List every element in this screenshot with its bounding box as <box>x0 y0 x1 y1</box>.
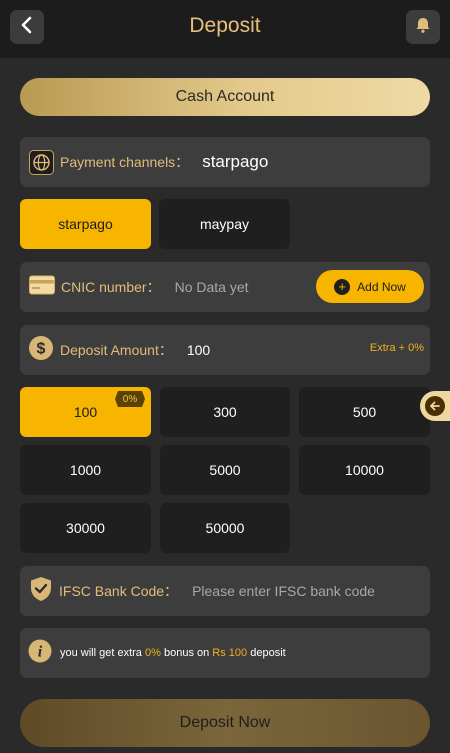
notifications-button[interactable] <box>406 10 440 44</box>
deposit-amount-row: $ Deposit Amount： 100 Extra + 0% <box>20 325 430 375</box>
cash-account-button[interactable]: Cash Account <box>20 78 430 116</box>
bell-icon <box>414 16 432 39</box>
bonus-info-middle: bonus on <box>163 647 210 659</box>
ifsc-row: IFSC Bank Code： Please enter IFSC bank c… <box>20 566 430 616</box>
shield-check-icon <box>29 576 53 607</box>
info-icon: i <box>28 639 52 668</box>
bonus-badge: 0% <box>115 391 145 407</box>
payment-channel-value: starpago <box>202 152 269 171</box>
extra-bonus-text: Extra + 0% <box>369 342 424 354</box>
channel-option-label: starpago <box>58 216 113 232</box>
app-header: Deposit <box>0 0 450 58</box>
ifsc-label: IFSC Bank Code： <box>59 583 179 599</box>
amount-option[interactable]: 300 <box>160 387 290 437</box>
amount-label: 1000 <box>69 462 102 478</box>
svg-text:i: i <box>38 643 43 660</box>
deposit-amount-input[interactable]: 100 <box>187 342 210 358</box>
deposit-now-button[interactable]: Deposit Now <box>20 699 430 747</box>
card-icon <box>29 275 55 300</box>
bonus-info-amount: Rs 100 <box>212 647 248 659</box>
svg-text:$: $ <box>37 340 46 357</box>
globe-icon <box>29 149 54 175</box>
cnic-label: CNIC number： <box>61 279 161 295</box>
side-drawer-handle[interactable] <box>420 391 450 421</box>
deposit-now-label: Deposit Now <box>179 714 271 731</box>
add-now-label: Add Now <box>357 279 406 294</box>
amount-label: 10000 <box>345 462 384 478</box>
amount-option[interactable]: 1000 <box>20 445 151 495</box>
channel-option-label: maypay <box>199 216 250 232</box>
bonus-info-percent: 0% <box>145 647 161 659</box>
bonus-info-prefix: you will get extra <box>60 647 142 659</box>
plus-icon: + <box>334 278 351 295</box>
add-now-button[interactable]: + Add Now <box>316 270 424 303</box>
amount-label: 5000 <box>209 462 241 478</box>
cash-account-label: Cash Account <box>175 88 275 105</box>
amount-option[interactable]: 10000 <box>299 445 430 495</box>
dollar-coin-icon: $ <box>28 335 54 366</box>
page-title: Deposit <box>189 14 261 37</box>
bonus-info-text: you will get extra 0% bonus on Rs 100 de… <box>60 647 286 659</box>
channel-option-starpago[interactable]: starpago <box>20 199 151 249</box>
bonus-info-row: i you will get extra 0% bonus on Rs 100 … <box>20 628 430 678</box>
deposit-amount-label: Deposit Amount： <box>60 342 173 358</box>
payment-channels-label: Payment channels： <box>60 154 190 170</box>
amount-option[interactable]: 100 0% <box>20 387 151 437</box>
cnic-row: CNIC number： No Data yet + Add Now <box>20 262 430 312</box>
cnic-value: No Data yet <box>174 279 249 295</box>
amount-label: 300 <box>213 404 237 420</box>
amount-label: 30000 <box>66 520 105 536</box>
amount-label: 100 <box>73 404 98 420</box>
ifsc-input[interactable]: Please enter IFSC bank code <box>192 583 375 599</box>
channel-option-maypay[interactable]: maypay <box>159 199 290 249</box>
bonus-info-suffix: deposit <box>250 647 286 659</box>
amount-label: 50000 <box>205 520 245 536</box>
payment-channels-row: Payment channels： starpago <box>20 137 430 187</box>
arrow-left-icon <box>425 396 445 416</box>
amount-label: 500 <box>352 404 377 420</box>
amount-option[interactable]: 5000 <box>160 445 290 495</box>
amount-option[interactable]: 500 <box>299 387 430 437</box>
amount-option[interactable]: 50000 <box>160 503 290 553</box>
amount-option[interactable]: 30000 <box>20 503 151 553</box>
